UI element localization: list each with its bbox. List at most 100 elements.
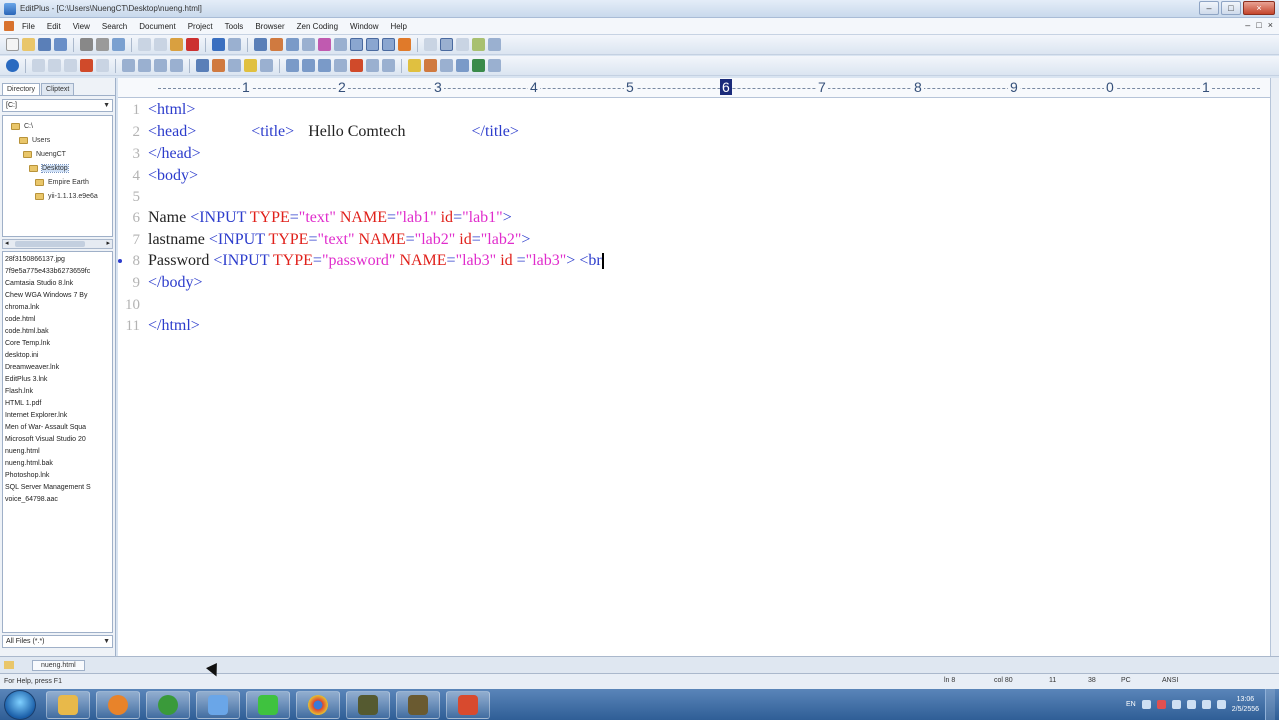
list-item[interactable]: 7f9e5a775e433b6273659fc <box>3 266 112 278</box>
clock[interactable]: 13:06 2/5/2556 <box>1232 695 1259 715</box>
folder-icon[interactable] <box>4 661 14 669</box>
split-window-icon[interactable] <box>366 38 379 51</box>
center-icon[interactable] <box>170 59 183 72</box>
tab-directory[interactable]: Directory <box>2 83 41 95</box>
list-item[interactable]: 28f3150866137.jpg <box>3 254 112 266</box>
save-icon[interactable] <box>38 38 51 51</box>
bold-icon[interactable] <box>32 59 45 72</box>
file-filter-select[interactable]: All Files (*.*) ▼ <box>2 635 113 648</box>
scroll-thumb[interactable] <box>15 241 85 247</box>
toolbar-options-icon[interactable] <box>488 59 501 72</box>
list-item[interactable]: Flash.lnk <box>3 386 112 398</box>
code-editor[interactable]: 1 <html> 2 <head> <title> Hello Comtech </t… <box>118 98 1270 656</box>
menu-window[interactable]: Window <box>350 22 378 31</box>
list-item[interactable]: Dreamweaver.lnk <box>3 362 112 374</box>
list-item[interactable]: Microsoft Visual Studio 20 <box>3 434 112 446</box>
goto-line-icon[interactable] <box>302 38 315 51</box>
doc-restore-button[interactable]: □ <box>1256 20 1261 30</box>
redo-icon[interactable] <box>228 38 241 51</box>
ruler-toggle-icon[interactable] <box>334 38 347 51</box>
find-icon[interactable] <box>254 38 267 51</box>
folder-item[interactable]: NuengCT <box>3 147 112 161</box>
tray-network-icon[interactable] <box>1171 700 1181 709</box>
show-desktop-button[interactable] <box>1265 689 1275 720</box>
spell-check-icon[interactable] <box>112 38 125 51</box>
underline-icon[interactable] <box>64 59 77 72</box>
font-color-icon[interactable] <box>96 59 109 72</box>
replace-icon[interactable] <box>270 38 283 51</box>
menu-file[interactable]: File <box>22 22 35 31</box>
preview-icon[interactable] <box>472 59 485 72</box>
menu-project[interactable]: Project <box>188 22 213 31</box>
list-item[interactable]: SQL Server Management S <box>3 482 112 494</box>
undo-icon[interactable] <box>212 38 225 51</box>
color-picker-icon[interactable] <box>408 59 421 72</box>
list-item[interactable]: Core Temp.lnk <box>3 338 112 350</box>
list-item[interactable]: code.html.bak <box>3 326 112 338</box>
taskbar-app-explorer[interactable] <box>46 690 90 719</box>
hr-icon[interactable] <box>228 59 241 72</box>
paragraph-icon[interactable] <box>154 59 167 72</box>
language-indicator[interactable]: EN <box>1126 701 1136 708</box>
image-icon[interactable] <box>196 59 209 72</box>
nbsp-icon[interactable] <box>122 59 135 72</box>
tray-battery-icon[interactable] <box>1216 700 1226 709</box>
folder-item[interactable]: Empire Earth <box>3 175 112 189</box>
taskbar-app-editplus[interactable] <box>446 690 490 719</box>
frame-icon[interactable] <box>440 59 453 72</box>
br-icon[interactable] <box>138 59 151 72</box>
italic-icon[interactable] <box>48 59 61 72</box>
document-icon[interactable] <box>4 21 14 31</box>
drive-select[interactable]: [C:] ▼ <box>2 99 113 112</box>
menu-document[interactable]: Document <box>139 22 175 31</box>
folder-item[interactable]: yii-1.1.13.e9e6a <box>3 189 112 203</box>
taskbar-app-utorrent[interactable] <box>146 690 190 719</box>
list-item[interactable]: HTML 1.pdf <box>3 398 112 410</box>
maximize-button[interactable]: □ <box>1221 1 1241 15</box>
list-item[interactable]: desktop.ini <box>3 350 112 362</box>
output-window-icon[interactable] <box>456 38 469 51</box>
tray-arrow-icon[interactable] <box>1141 700 1151 709</box>
print-preview-icon[interactable] <box>96 38 109 51</box>
list-item[interactable]: code.html <box>3 314 112 326</box>
cut-icon[interactable] <box>138 38 151 51</box>
anchor-icon[interactable] <box>212 59 225 72</box>
list-icon[interactable] <box>318 59 331 72</box>
delete-icon[interactable] <box>186 38 199 51</box>
find-in-files-icon[interactable] <box>286 38 299 51</box>
list-item[interactable]: Internet Explorer.lnk <box>3 410 112 422</box>
taskbar-app-game-2[interactable] <box>396 690 440 719</box>
full-screen-icon[interactable] <box>382 38 395 51</box>
folder-item-selected[interactable]: Desktop <box>3 161 112 175</box>
form-icon[interactable] <box>334 59 347 72</box>
taskbar-app-network[interactable] <box>196 690 240 719</box>
paste-icon[interactable] <box>170 38 183 51</box>
list-item[interactable]: nueng.html.bak <box>3 458 112 470</box>
character-icon[interactable] <box>424 59 437 72</box>
word-wrap-icon[interactable] <box>318 38 331 51</box>
folder-item[interactable]: Users <box>3 133 112 147</box>
menu-search[interactable]: Search <box>102 22 127 31</box>
list-item[interactable]: voice_64798.aac <box>3 494 112 506</box>
table-wizard-icon[interactable] <box>302 59 315 72</box>
minimize-button[interactable]: – <box>1199 1 1219 15</box>
folder-item[interactable]: C:\ <box>3 119 112 133</box>
menu-browser[interactable]: Browser <box>255 22 284 31</box>
tray-volume-icon[interactable] <box>1201 700 1211 709</box>
script-icon[interactable] <box>456 59 469 72</box>
copy-icon[interactable] <box>154 38 167 51</box>
select-icon[interactable] <box>382 59 395 72</box>
save-all-icon[interactable] <box>54 38 67 51</box>
list-item[interactable]: nueng.html <box>3 446 112 458</box>
tab-cliptext[interactable]: Cliptext <box>41 83 75 95</box>
browser-view-icon[interactable] <box>472 38 485 51</box>
list-item[interactable]: Photoshop.lnk <box>3 470 112 482</box>
tray-antivirus-icon[interactable] <box>1156 700 1166 709</box>
start-button[interactable] <box>4 689 36 720</box>
comment-icon[interactable] <box>260 59 273 72</box>
check-icon[interactable] <box>398 38 411 51</box>
menu-edit[interactable]: Edit <box>47 22 61 31</box>
list-item[interactable]: Men of War- Assault Squa <box>3 422 112 434</box>
cliptext-window-icon[interactable] <box>440 38 453 51</box>
list-item[interactable]: Camtasia Studio 8.lnk <box>3 278 112 290</box>
